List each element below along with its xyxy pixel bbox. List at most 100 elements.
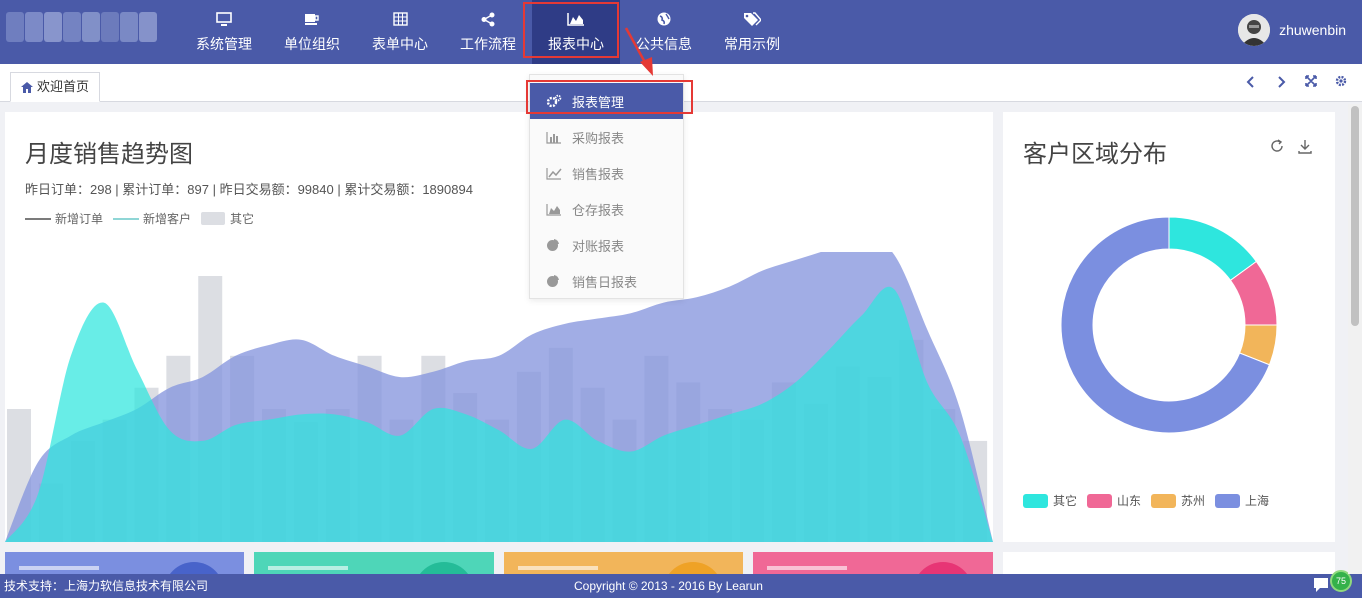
logo: [6, 12, 158, 42]
card-icon: [414, 562, 474, 574]
card-text: [19, 566, 99, 570]
menu-item-label: 仓存报表: [572, 202, 625, 218]
share-icon: [481, 10, 495, 28]
region-donut-chart: [1060, 216, 1278, 434]
tab-label: 欢迎首页: [37, 79, 90, 94]
coffee-icon: [304, 10, 320, 28]
page-scrollbar[interactable]: [1348, 104, 1362, 574]
menu-item-label: 对账报表: [572, 238, 625, 254]
legend-swatch: [1023, 493, 1048, 508]
summary-card-3[interactable]: [504, 552, 743, 574]
legend-swatch: [201, 212, 226, 225]
home-icon: [21, 81, 33, 93]
donut-legend: 其它 山东 苏州 上海: [1023, 492, 1279, 509]
nav-label: 系统管理: [196, 36, 252, 52]
legend-item[interactable]: 苏州: [1151, 492, 1205, 509]
tags-icon: [743, 10, 761, 28]
legend-swatch: [1151, 493, 1177, 508]
legend-label: 新增客户: [143, 212, 192, 226]
summary-card-4[interactable]: [753, 552, 993, 574]
legend-label: 其它: [230, 212, 255, 226]
card-text: [268, 566, 348, 570]
panel-tools: [1257, 138, 1313, 154]
menu-item-reconciliation-report[interactable]: 对账报表: [530, 227, 683, 263]
menu-item-label: 采购报表: [572, 130, 625, 146]
pie-chart-icon: [546, 274, 564, 288]
nav-common-examples[interactable]: 常用示例: [708, 0, 796, 64]
legend-swatch: [1215, 493, 1241, 508]
pie-chart-icon: [546, 238, 564, 252]
nav-form-center[interactable]: 表单中心: [356, 0, 444, 64]
annotation-arrow-icon: [624, 27, 653, 76]
table-icon: [392, 10, 408, 28]
fullscreen-icon[interactable]: [1296, 75, 1326, 89]
card-icon: [164, 562, 224, 574]
panel-title: 月度销售趋势图: [25, 141, 193, 168]
legend-item-other[interactable]: 其它: [201, 210, 254, 227]
nav-system-management[interactable]: 系统管理: [180, 0, 268, 64]
chart-legend: 新增订单 新增客户 其它: [25, 210, 264, 227]
summary-card-5: [1003, 552, 1335, 574]
menu-item-label: 销售报表: [572, 166, 625, 182]
nav-workflow[interactable]: 工作流程: [444, 0, 532, 64]
monitor-icon: [216, 10, 232, 28]
area-chart-icon: [546, 203, 564, 216]
legend-swatch: [113, 217, 140, 220]
menu-item-sales-report[interactable]: 销售报表: [530, 155, 683, 191]
footer: 技术支持：上海力软信息技术有限公司 Copyright © 2013 - 201…: [0, 570, 1362, 598]
legend-item[interactable]: 山东: [1087, 492, 1141, 509]
card-text: [767, 566, 847, 570]
chat-icon: [1314, 578, 1328, 592]
tab-tools: [1236, 75, 1356, 89]
legend-label: 苏州: [1181, 494, 1206, 508]
legend-label: 其它: [1053, 494, 1078, 508]
legend-label: 新增订单: [55, 212, 104, 226]
panel-title: 客户区域分布: [1023, 141, 1167, 168]
sales-stats: 昨日订单：298 | 累计订单：897 | 昨日交易额：99840 | 累计交易…: [25, 182, 473, 197]
scrollbar-thumb[interactable]: [1351, 106, 1359, 326]
avatar: [1238, 14, 1271, 46]
legend-item[interactable]: 上海: [1215, 492, 1269, 509]
chat-widget[interactable]: 75: [1312, 570, 1352, 594]
chevron-right-icon[interactable]: [1266, 75, 1296, 89]
footer-copyright: Copyright © 2013 - 2016 By Learun: [574, 579, 763, 593]
legend-item[interactable]: 其它: [1023, 492, 1077, 509]
gear-icon[interactable]: [1326, 75, 1356, 89]
line-chart-icon: [546, 167, 564, 180]
sales-trend-panel: 月度销售趋势图 昨日订单：298 | 累计订单：897 | 昨日交易额：9984…: [5, 112, 993, 542]
nav-label: 单位组织: [284, 36, 340, 52]
nav-label: 工作流程: [460, 36, 516, 52]
legend-label: 山东: [1117, 494, 1142, 508]
legend-swatch: [1087, 493, 1113, 508]
legend-swatch: [25, 217, 51, 220]
menu-item-purchase-report[interactable]: 采购报表: [530, 119, 683, 155]
card-icon: [913, 562, 973, 574]
region-panel: 客户区域分布 其它 山东 苏州 上海: [1003, 112, 1335, 542]
card-icon: [663, 562, 723, 574]
download-icon[interactable]: [1297, 138, 1313, 154]
refresh-icon[interactable]: [1269, 138, 1285, 154]
user-menu[interactable]: zhuwenbin: [1238, 14, 1346, 46]
nav-label: 常用示例: [724, 36, 780, 52]
top-navbar: 系统管理 单位组织 表单中心 工作流程 报表中心 公共信息 常用示例 zhuwe…: [0, 0, 1362, 64]
menu-item-daily-sales-report[interactable]: 销售日报表: [530, 263, 683, 299]
sales-trend-chart: [5, 252, 993, 542]
user-name: zhuwenbin: [1279, 22, 1346, 38]
legend-label: 上海: [1245, 494, 1270, 508]
summary-card-2[interactable]: [254, 552, 494, 574]
tab-home[interactable]: 欢迎首页: [10, 72, 101, 102]
menu-item-label: 销售日报表: [572, 274, 638, 290]
bar-chart-icon: [546, 131, 564, 144]
footer-support: 技术支持：上海力软信息技术有限公司: [4, 579, 209, 593]
legend-item-customers[interactable]: 新增客户: [113, 210, 191, 227]
nav-label: 表单中心: [372, 36, 428, 52]
legend-item-orders[interactable]: 新增订单: [25, 210, 103, 227]
highlight-report-management: [526, 80, 693, 114]
highlight-report-center: [523, 2, 619, 58]
nav-organization[interactable]: 单位组织: [268, 0, 356, 64]
main-nav: 系统管理 单位组织 表单中心 工作流程 报表中心 公共信息 常用示例: [180, 0, 796, 64]
chevron-left-icon[interactable]: [1236, 75, 1266, 89]
summary-card-1[interactable]: [5, 552, 244, 574]
menu-item-warehouse-report[interactable]: 仓存报表: [530, 191, 683, 227]
card-text: [518, 566, 598, 570]
